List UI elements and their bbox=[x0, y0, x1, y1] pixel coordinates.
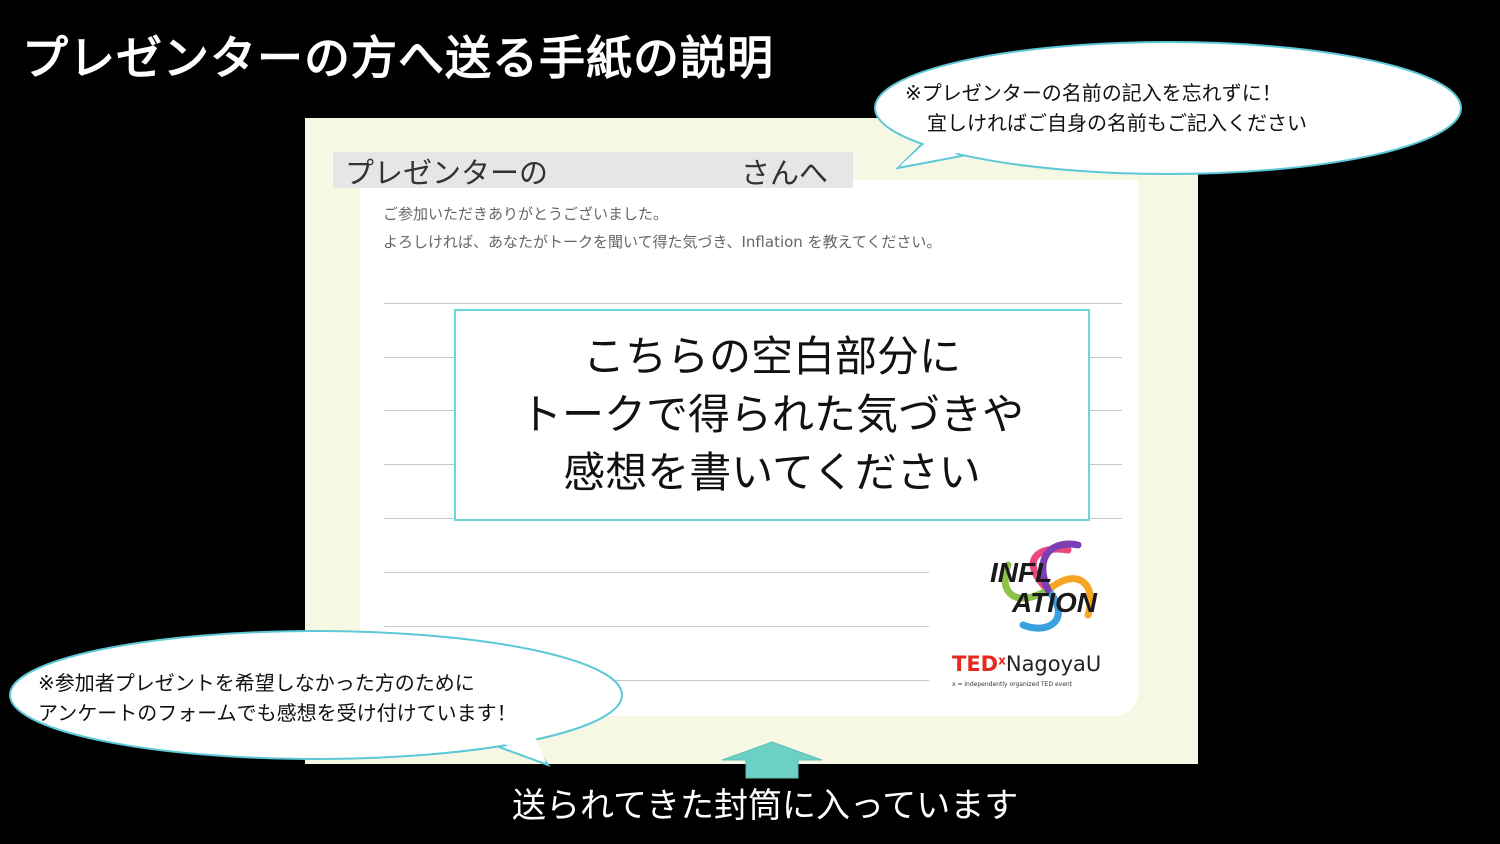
instruction-line-3: 感想を書いてください bbox=[563, 448, 981, 497]
note-bottom-line-2: アンケートのフォームでも感想を受け付けています！ bbox=[38, 701, 517, 725]
instruction-line-2: トークで得られた気づきや bbox=[519, 390, 1024, 439]
addressee-suffix: さんへ bbox=[741, 156, 829, 190]
instruction-box: こちらの空白部分に トークで得られた気づきや 感想を書いてください bbox=[454, 309, 1090, 521]
slide-title: プレゼンターの方へ送る手紙の説明 bbox=[22, 31, 774, 85]
event-name: NagoyaU bbox=[1005, 652, 1102, 676]
up-arrow-icon bbox=[721, 741, 823, 779]
inflation-logo-text-1: INFL bbox=[990, 557, 1052, 588]
note-bottom: ※参加者プレゼントを希望しなかった方のために アンケートのフォームでも感想を受け… bbox=[38, 668, 517, 728]
instruction-line-1: こちらの空白部分に bbox=[582, 332, 961, 381]
note-top-line-2: 宜しければご自身の名前もご記入ください bbox=[927, 111, 1307, 135]
ted-tagline: x = independently organized TED event bbox=[952, 681, 1073, 688]
intro-line-2: よろしければ、あなたがトークを聞いて得た気づき、Inflation を教えてくだ… bbox=[383, 233, 942, 251]
intro-line-1: ご参加いただきありがとうございました。 bbox=[383, 205, 669, 223]
inflation-logo: INFL ATION bbox=[990, 540, 1098, 632]
inflation-logo-text-2: ATION bbox=[1011, 587, 1098, 618]
writing-line bbox=[384, 303, 1122, 304]
addressee-prefix: プレゼンターの bbox=[345, 156, 549, 190]
note-bottom-line-1: ※参加者プレゼントを希望しなかった方のために bbox=[38, 671, 475, 695]
ted-x-mark: x bbox=[998, 653, 1006, 668]
ted-wordmark: TED bbox=[952, 652, 999, 676]
note-top: ※プレゼンターの名前の記入を忘れずに！ 宜しければご自身の名前もご記入ください bbox=[905, 78, 1445, 138]
envelope-caption: 送られてきた封筒に入っています bbox=[512, 786, 1019, 826]
note-top-line-1: ※プレゼンターの名前の記入を忘れずに！ bbox=[905, 81, 1282, 105]
tedx-logo: TEDxNagoyaU bbox=[952, 652, 1101, 676]
writing-line bbox=[384, 572, 929, 573]
